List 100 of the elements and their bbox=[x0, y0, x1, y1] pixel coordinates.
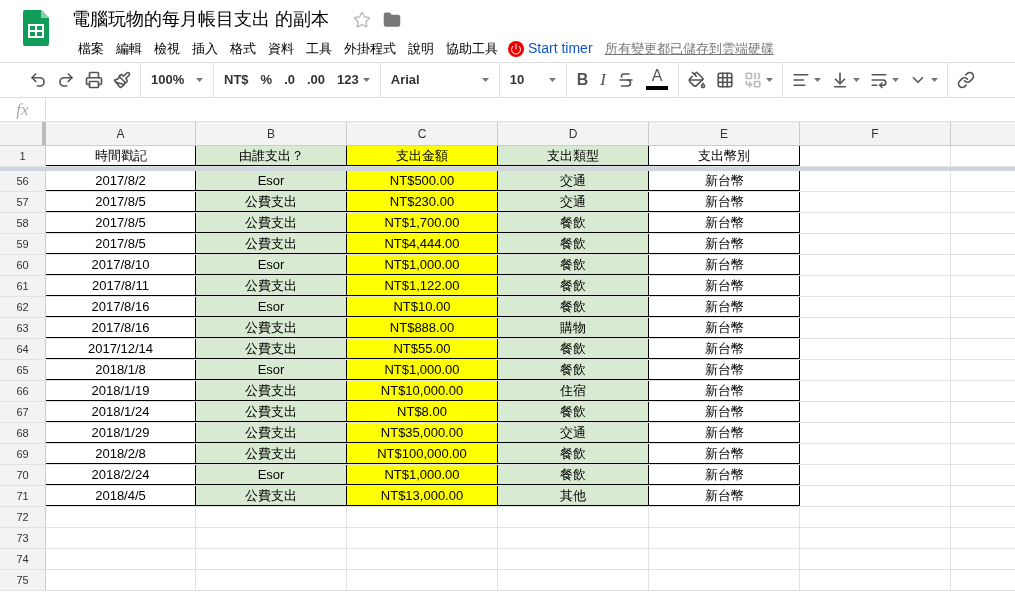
column-header[interactable]: A bbox=[46, 122, 196, 145]
table-cell: 2018/1/19 bbox=[46, 381, 196, 401]
folder-icon[interactable] bbox=[383, 10, 401, 29]
row-number[interactable]: 65 bbox=[0, 360, 46, 380]
row-number[interactable]: 1 bbox=[0, 146, 46, 166]
table-cell: 新台幣 bbox=[649, 276, 800, 296]
table-cell: 2017/8/16 bbox=[46, 297, 196, 317]
row-number[interactable]: 69 bbox=[0, 444, 46, 464]
column-header[interactable]: E bbox=[649, 122, 800, 145]
table-cell: NT$500.00 bbox=[347, 171, 498, 191]
row-number[interactable]: 60 bbox=[0, 255, 46, 275]
star-icon[interactable] bbox=[353, 10, 371, 29]
table-cell: 住宿 bbox=[498, 381, 649, 401]
align-left-icon bbox=[792, 71, 810, 89]
table-cell: 2017/12/14 bbox=[46, 339, 196, 359]
font-dropdown[interactable]: Arial bbox=[384, 66, 495, 94]
text-color-button[interactable]: A bbox=[640, 66, 674, 94]
row-number[interactable]: 75 bbox=[0, 570, 46, 590]
table-cell: 新台幣 bbox=[649, 255, 800, 275]
caret-icon bbox=[853, 78, 860, 82]
table-cell: NT$10,000.00 bbox=[347, 381, 498, 401]
row-number[interactable]: 73 bbox=[0, 528, 46, 548]
table-cell: 新台幣 bbox=[649, 444, 800, 464]
table-cell: 2017/8/10 bbox=[46, 255, 196, 275]
menu-item[interactable]: 外掛程式 bbox=[338, 38, 402, 59]
menu-item[interactable]: 檔案 bbox=[72, 38, 110, 59]
spreadsheet-logo-icon[interactable] bbox=[23, 10, 49, 46]
header-cell: 時間戳記 bbox=[46, 146, 196, 166]
decrease-decimals-button[interactable]: .0 bbox=[278, 66, 301, 94]
row-number[interactable]: 67 bbox=[0, 402, 46, 422]
menu-item[interactable]: 插入 bbox=[186, 38, 224, 59]
number-format-dropdown[interactable]: 123 bbox=[331, 66, 376, 94]
caret-icon bbox=[362, 78, 370, 82]
menu-item[interactable]: 協助工具 bbox=[440, 38, 504, 59]
table-cell: NT$100,000.00 bbox=[347, 444, 498, 464]
zoom-dropdown[interactable]: 100% bbox=[145, 66, 209, 94]
table-cell: 2017/8/11 bbox=[46, 276, 196, 296]
row-number[interactable]: 66 bbox=[0, 381, 46, 401]
font-size-dropdown[interactable]: 10 bbox=[503, 66, 562, 94]
row-number[interactable]: 61 bbox=[0, 276, 46, 296]
table-cell: 公費支出 bbox=[196, 423, 347, 443]
row-number[interactable]: 64 bbox=[0, 339, 46, 359]
column-header[interactable]: C bbox=[347, 122, 498, 145]
row-number[interactable]: 58 bbox=[0, 213, 46, 233]
row-number[interactable]: 70 bbox=[0, 465, 46, 485]
table-cell: NT$1,000.00 bbox=[347, 465, 498, 485]
save-status-link[interactable]: 所有變更都已儲存到雲端硬碟 bbox=[604, 38, 774, 59]
bold-button[interactable]: B bbox=[570, 66, 595, 94]
menu-item[interactable]: 工具 bbox=[300, 38, 338, 59]
increase-decimals-button[interactable]: .00 bbox=[300, 66, 332, 94]
row-number[interactable]: 72 bbox=[0, 507, 46, 527]
column-header[interactable]: D bbox=[498, 122, 649, 145]
column-header[interactable]: F bbox=[800, 122, 951, 145]
row-number[interactable]: 62 bbox=[0, 297, 46, 317]
table-cell: NT$888.00 bbox=[347, 318, 498, 338]
menu-item[interactable]: 說明 bbox=[402, 38, 440, 59]
row-number[interactable]: 71 bbox=[0, 486, 46, 506]
table-cell: 餐飲 bbox=[498, 297, 649, 317]
column-header[interactable]: B bbox=[196, 122, 347, 145]
table-cell: 新台幣 bbox=[649, 339, 800, 359]
text-wrap-icon bbox=[870, 71, 888, 89]
row-number[interactable]: 63 bbox=[0, 318, 46, 338]
row-number[interactable]: 74 bbox=[0, 549, 46, 569]
table-cell: 其他 bbox=[498, 486, 649, 506]
caret-icon bbox=[814, 78, 821, 82]
table-cell: NT$1,000.00 bbox=[347, 360, 498, 380]
menu-item[interactable]: 資料 bbox=[262, 38, 300, 59]
table-cell: 2017/8/2 bbox=[46, 171, 196, 191]
row-number[interactable]: 59 bbox=[0, 234, 46, 254]
menu-item[interactable]: 編輯 bbox=[110, 38, 148, 59]
document-title[interactable]: 電腦玩物的每月帳目支出 的副本 bbox=[72, 6, 329, 33]
table-cell: 2017/8/5 bbox=[46, 213, 196, 233]
table-cell: NT$55.00 bbox=[347, 339, 498, 359]
currency-button[interactable]: NT$ bbox=[218, 66, 255, 94]
caret-icon bbox=[548, 78, 556, 82]
table-cell: 新台幣 bbox=[649, 381, 800, 401]
row-number[interactable]: 68 bbox=[0, 423, 46, 443]
row-number[interactable]: 56 bbox=[0, 171, 46, 191]
table-cell: 公費支出 bbox=[196, 213, 347, 233]
power-icon bbox=[508, 40, 524, 57]
table-cell: 2017/8/5 bbox=[46, 192, 196, 212]
menu-item[interactable]: 格式 bbox=[224, 38, 262, 59]
caret-icon bbox=[481, 78, 489, 82]
table-cell: 2018/1/24 bbox=[46, 402, 196, 422]
table-cell: 新台幣 bbox=[649, 213, 800, 233]
start-timer-button[interactable]: Start timer bbox=[508, 38, 593, 59]
table-cell: 公費支出 bbox=[196, 318, 347, 338]
row-number[interactable]: 57 bbox=[0, 192, 46, 212]
table-cell: 2018/1/29 bbox=[46, 423, 196, 443]
percent-button[interactable]: % bbox=[254, 66, 279, 94]
table-cell: 新台幣 bbox=[649, 234, 800, 254]
table-cell: Esor bbox=[196, 297, 347, 317]
table-cell: Esor bbox=[196, 360, 347, 380]
italic-button[interactable]: I bbox=[594, 66, 612, 94]
table-cell: 新台幣 bbox=[649, 423, 800, 443]
table-cell: 2018/2/8 bbox=[46, 444, 196, 464]
table-cell: 餐飲 bbox=[498, 234, 649, 254]
header-cell: 支出金額 bbox=[347, 146, 498, 166]
menu-item[interactable]: 檢視 bbox=[148, 38, 186, 59]
table-cell: 餐飲 bbox=[498, 276, 649, 296]
